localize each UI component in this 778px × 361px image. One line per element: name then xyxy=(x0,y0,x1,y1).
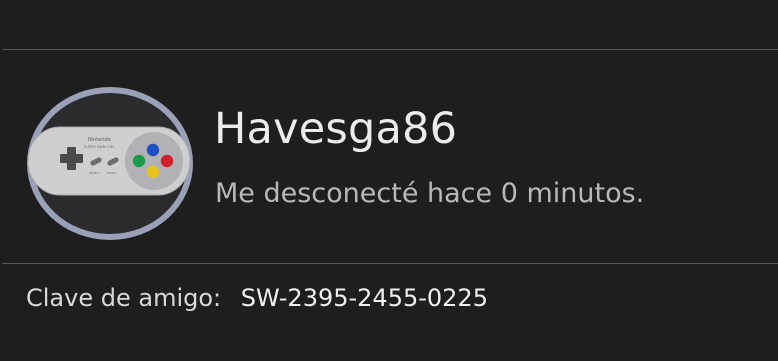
avatar-model-text: SUPER FAMICOM xyxy=(84,145,114,149)
section-divider xyxy=(2,263,778,264)
avatar-select-text: SELECT xyxy=(89,171,100,175)
username: Havesga86 xyxy=(214,104,458,154)
snes-controller-icon: Nintendo SUPER FAMICOM SELECT START xyxy=(27,87,193,240)
online-status: Me desconecté hace 0 minutos. xyxy=(215,178,645,209)
avatar[interactable]: Nintendo SUPER FAMICOM SELECT START xyxy=(26,86,194,241)
avatar-start-text: START xyxy=(107,171,116,175)
top-divider xyxy=(2,49,778,50)
friend-code-label: Clave de amigo: xyxy=(26,284,222,312)
friend-code-value: SW-2395-2455-0225 xyxy=(240,284,488,312)
friend-code-row: Clave de amigo: SW-2395-2455-0225 xyxy=(26,282,488,314)
avatar-brand-text: Nintendo xyxy=(88,137,111,143)
